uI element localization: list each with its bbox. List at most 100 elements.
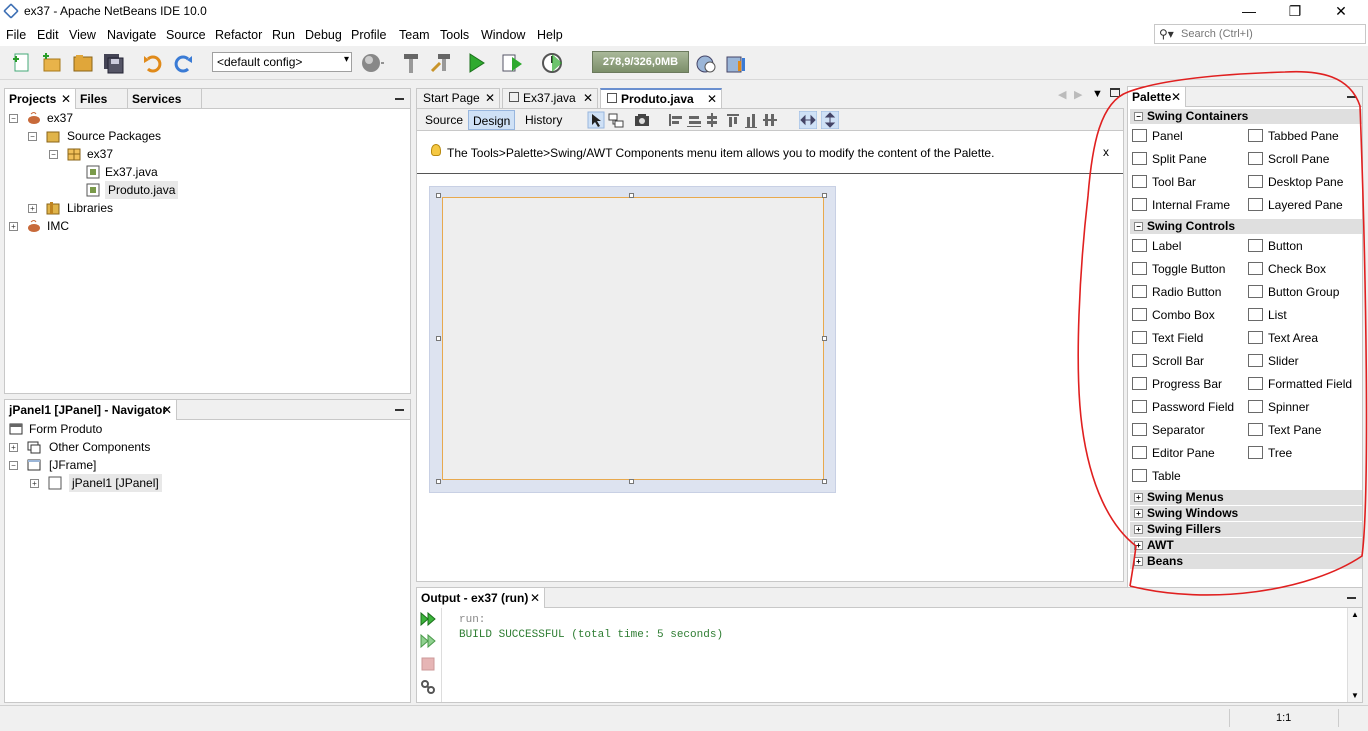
build-hammer-icon[interactable]	[400, 51, 424, 75]
menu-profile[interactable]: Profile	[351, 28, 386, 42]
menu-navigate[interactable]: Navigate	[107, 28, 156, 42]
menu-run[interactable]: Run	[272, 28, 295, 42]
close-icon[interactable]: ✕	[1171, 87, 1181, 107]
tab-produto-java[interactable]: Produto.java ✕	[600, 88, 722, 108]
collapse-icon[interactable]: −	[9, 114, 18, 123]
scroll-tabs-right-icon[interactable]: ▶	[1074, 88, 1082, 101]
clean-build-icon[interactable]	[430, 51, 454, 75]
expand-icon[interactable]: +	[30, 479, 39, 488]
maximize-window-icon[interactable]	[1110, 88, 1120, 97]
palette-category[interactable]: − Swing Controls	[1130, 219, 1362, 234]
menu-file[interactable]: File	[6, 28, 26, 42]
close-icon[interactable]: ✕	[583, 89, 593, 107]
redo-icon[interactable]	[171, 51, 195, 75]
menu-team[interactable]: Team	[399, 28, 430, 42]
menu-help[interactable]: Help	[537, 28, 563, 42]
close-icon[interactable]: ✕	[162, 400, 172, 420]
resize-handle[interactable]	[436, 336, 441, 341]
debug-project-icon[interactable]	[500, 51, 524, 75]
connection-mode-icon[interactable]	[607, 111, 625, 129]
resize-handle[interactable]	[629, 479, 634, 484]
expand-icon[interactable]: +	[1134, 509, 1143, 518]
close-icon[interactable]: ✕	[485, 89, 495, 107]
browser-globe-icon[interactable]	[360, 51, 384, 75]
show-opened-documents-icon[interactable]: ▼	[1092, 88, 1103, 100]
scroll-up-icon[interactable]: ▲	[1351, 610, 1359, 619]
menu-tools[interactable]: Tools	[440, 28, 469, 42]
design-canvas[interactable]	[429, 186, 836, 493]
minimize-panel-icon[interactable]	[395, 409, 404, 411]
tab-ex37-java[interactable]: Ex37.java ✕	[502, 88, 598, 108]
minimize-panel-icon[interactable]	[1347, 597, 1356, 599]
close-icon[interactable]: ✕	[61, 89, 71, 109]
view-history-button[interactable]: History	[521, 110, 566, 130]
expand-icon[interactable]: +	[9, 222, 18, 231]
palette-category[interactable]: − Swing Containers	[1130, 109, 1362, 124]
palette-category[interactable]: + Swing Menus	[1130, 490, 1362, 505]
resize-handle[interactable]	[822, 336, 827, 341]
expand-icon[interactable]: +	[1134, 557, 1143, 566]
output-scrollbar[interactable]: ▲ ▼	[1347, 608, 1362, 702]
menu-view[interactable]: View	[69, 28, 96, 42]
collapse-icon[interactable]: −	[1134, 112, 1143, 121]
tab-navigator[interactable]: jPanel1 [JPanel] - Navigator ✕	[5, 400, 177, 420]
memory-indicator[interactable]: 278,9/326,0MB	[592, 51, 689, 73]
expand-icon[interactable]: +	[9, 443, 18, 452]
new-project-icon[interactable]	[40, 51, 64, 75]
open-project-icon[interactable]	[71, 51, 95, 75]
jpanel1-component[interactable]	[442, 197, 824, 480]
tab-output[interactable]: Output - ex37 (run) ✕	[417, 588, 545, 608]
rerun-icon[interactable]	[420, 611, 436, 627]
scroll-tabs-left-icon[interactable]: ◀	[1058, 88, 1066, 101]
save-all-icon[interactable]	[101, 51, 125, 75]
gc-icon[interactable]	[694, 51, 718, 75]
menu-source[interactable]: Source	[166, 28, 206, 42]
menu-debug[interactable]: Debug	[305, 28, 342, 42]
collapse-icon[interactable]: −	[9, 461, 18, 470]
change-vertical-resizability-icon[interactable]	[821, 111, 839, 129]
settings-icon[interactable]	[420, 679, 436, 695]
resize-handle[interactable]	[822, 479, 827, 484]
expand-icon[interactable]: +	[1134, 493, 1143, 502]
rerun-with-params-icon[interactable]	[420, 633, 436, 649]
resize-handle[interactable]	[629, 193, 634, 198]
palette-category[interactable]: + AWT	[1130, 538, 1362, 553]
change-horizontal-resizability-icon[interactable]	[799, 111, 817, 129]
resize-handle[interactable]	[436, 193, 441, 198]
config-select[interactable]: <default config> ▾	[212, 52, 352, 72]
resize-handle[interactable]	[436, 479, 441, 484]
tab-palette[interactable]: Palette ✕	[1128, 87, 1186, 107]
collapse-icon[interactable]: −	[1134, 222, 1143, 231]
scroll-down-icon[interactable]: ▼	[1351, 691, 1359, 700]
profile-project-icon[interactable]	[540, 51, 564, 75]
tab-services[interactable]: Services	[128, 89, 202, 109]
view-source-button[interactable]: Source	[421, 110, 467, 130]
search-input[interactable]: ⚲▾ Search (Ctrl+I)	[1154, 24, 1366, 44]
resize-handle[interactable]	[822, 193, 827, 198]
tab-start-page[interactable]: Start Page ✕	[416, 88, 500, 108]
preview-design-icon[interactable]	[633, 111, 651, 129]
view-design-button[interactable]: Design	[468, 110, 516, 130]
minimize-button[interactable]: —	[1226, 0, 1272, 22]
close-hint-button[interactable]: x	[1103, 145, 1109, 159]
new-file-icon[interactable]	[10, 51, 34, 75]
collapse-icon[interactable]: −	[49, 150, 58, 159]
minimize-panel-icon[interactable]	[395, 98, 404, 100]
selection-mode-icon[interactable]	[587, 111, 605, 129]
minimize-panel-icon[interactable]	[1347, 96, 1356, 98]
expand-icon[interactable]: +	[1134, 541, 1143, 550]
profile-snapshot-icon[interactable]	[724, 51, 748, 75]
menu-refactor[interactable]: Refactor	[215, 28, 262, 42]
close-icon[interactable]: ✕	[530, 588, 540, 608]
stop-icon[interactable]	[420, 656, 436, 672]
maximize-button[interactable]: ❐	[1272, 0, 1318, 22]
menu-window[interactable]: Window	[481, 28, 525, 42]
expand-icon[interactable]: +	[28, 204, 37, 213]
collapse-icon[interactable]: −	[28, 132, 37, 141]
undo-icon[interactable]	[141, 51, 165, 75]
expand-icon[interactable]: +	[1134, 525, 1143, 534]
close-window-button[interactable]: ✕	[1318, 0, 1364, 22]
run-project-icon[interactable]	[464, 51, 488, 75]
tab-files[interactable]: Files	[76, 89, 128, 109]
alignment-tools-icon[interactable]	[667, 111, 787, 129]
